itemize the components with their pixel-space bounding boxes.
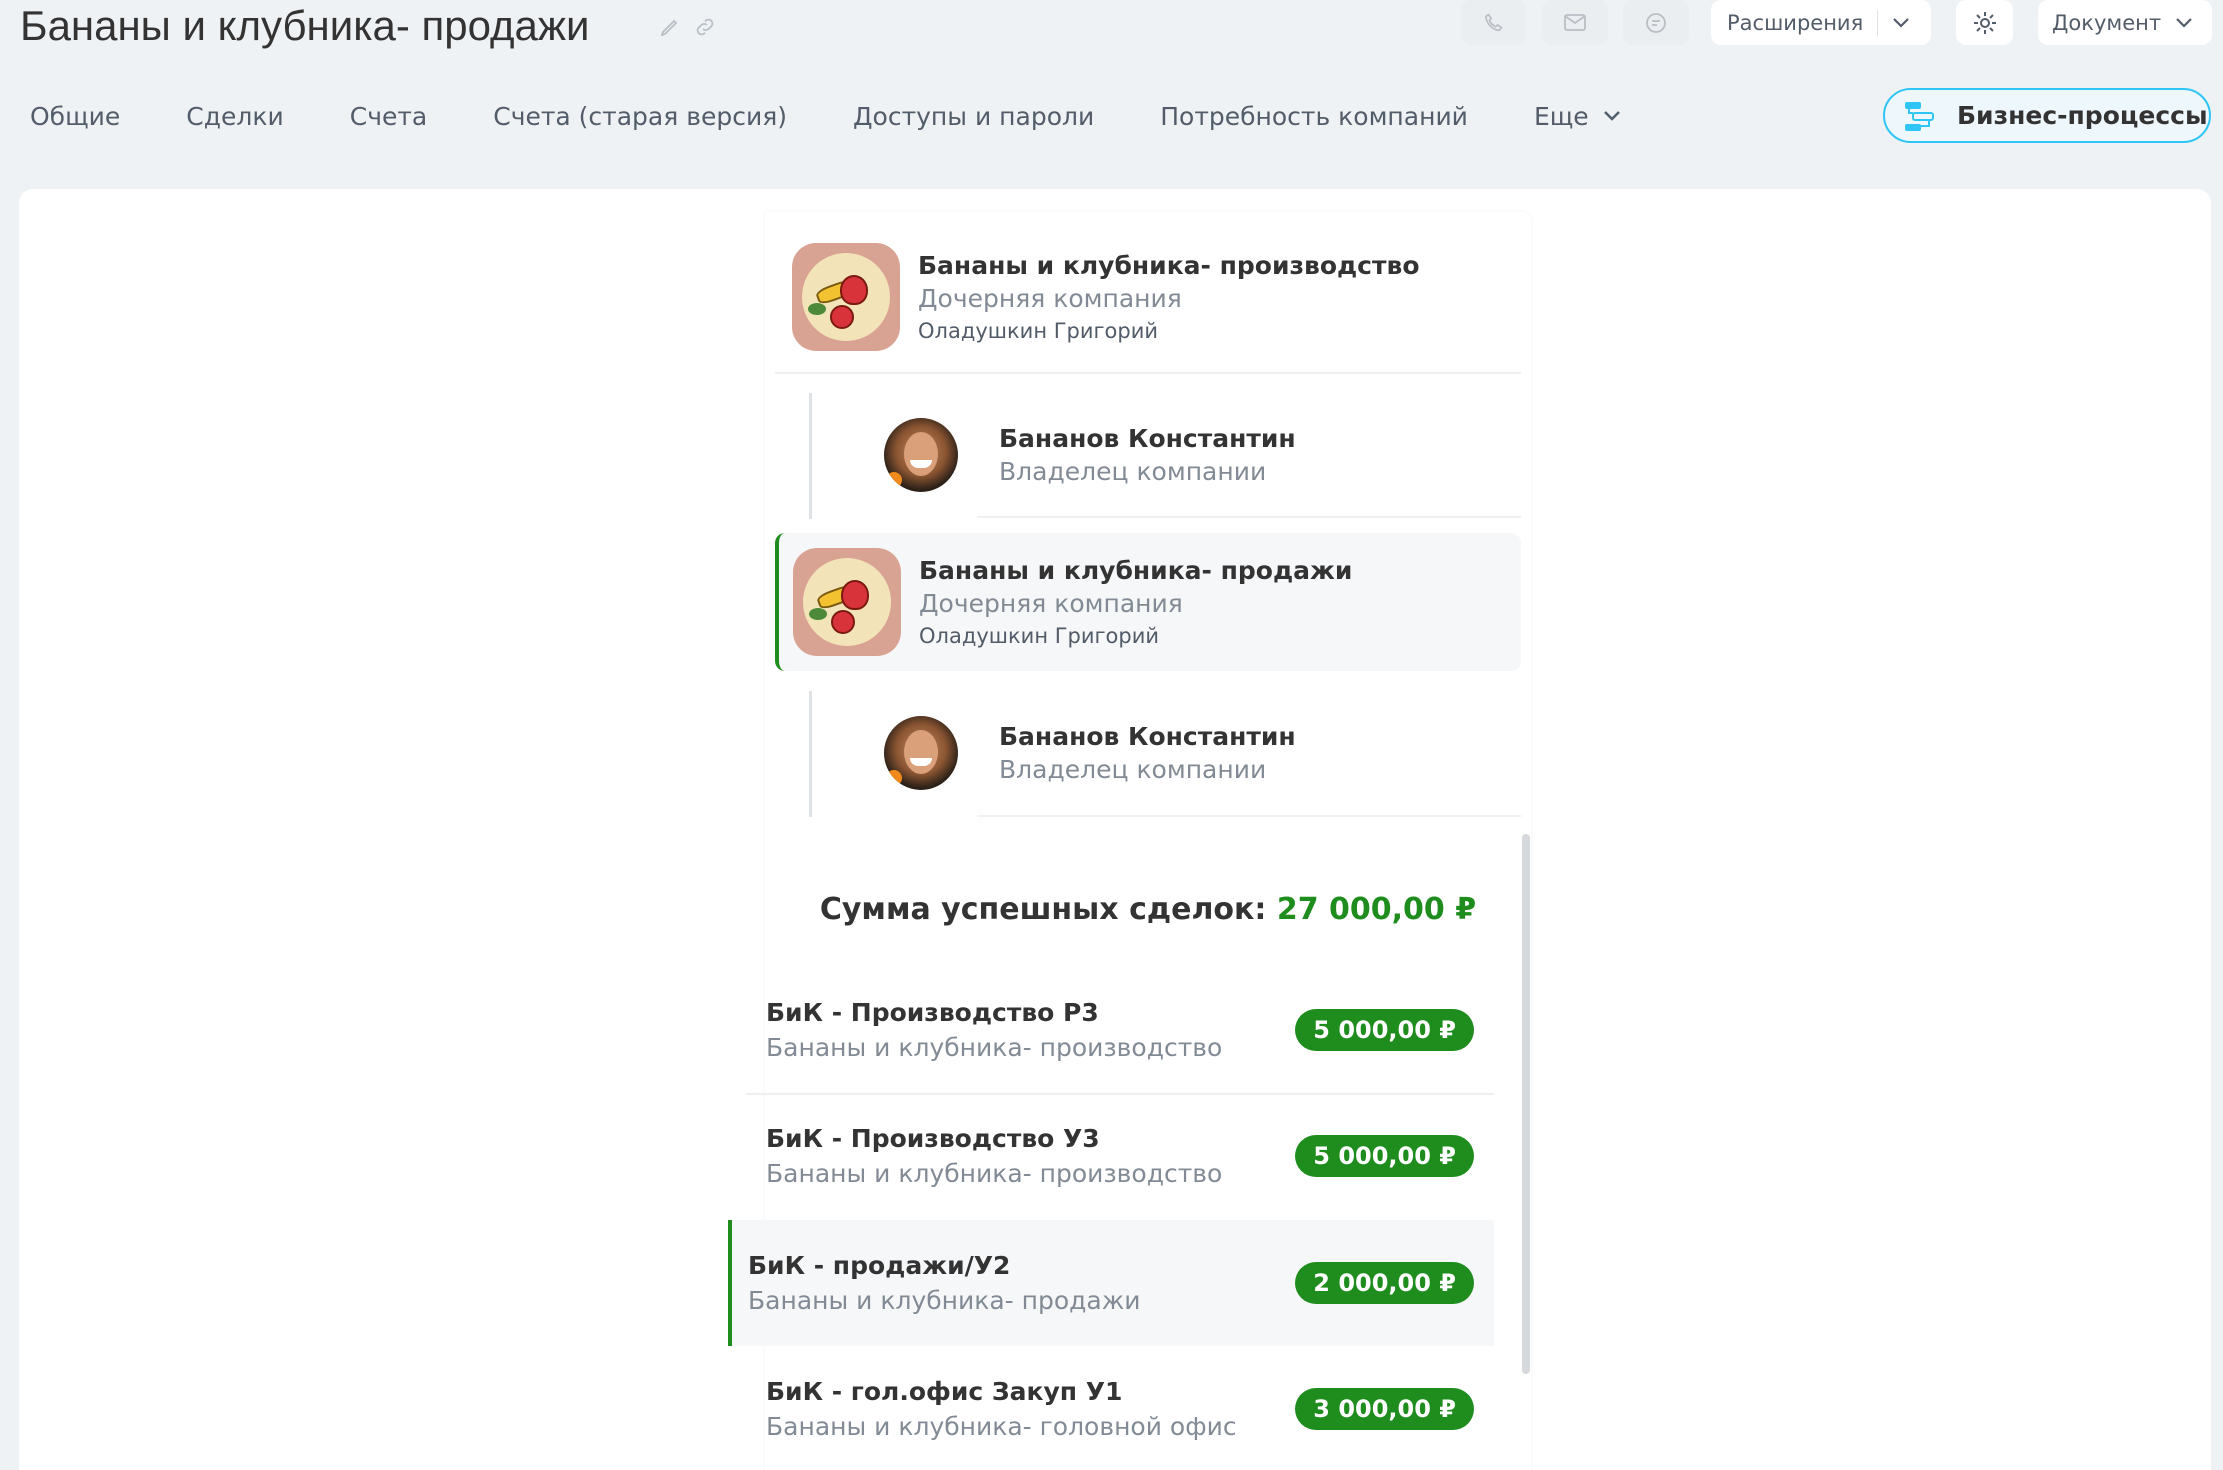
deals-summary-value: 27 000,00 ₽ bbox=[1276, 892, 1477, 927]
tab-general[interactable]: Общие bbox=[30, 102, 120, 131]
avatar bbox=[884, 716, 958, 790]
tab-label: Еще bbox=[1533, 101, 1589, 131]
tab-bar: Общие Сделки Счета Счета (старая версия)… bbox=[30, 96, 1687, 136]
tab-company-needs[interactable]: Потребность компаний bbox=[1160, 102, 1468, 131]
fruit-plate-icon bbox=[802, 253, 890, 341]
tree-person-row[interactable]: Бананов Константин Владелец компании bbox=[884, 418, 1296, 492]
company-logo bbox=[793, 548, 901, 656]
deal-amount-badge: 3 000,00 ₽ bbox=[1295, 1388, 1474, 1430]
tree-company-row[interactable]: Бананы и клубника- производство Дочерняя… bbox=[775, 221, 1521, 373]
chevron-down-icon bbox=[1603, 111, 1620, 121]
deal-name[interactable]: БиК - Производство У3 bbox=[766, 1124, 1222, 1153]
deal-name[interactable]: БиК - гол.офис Закуп У1 bbox=[766, 1377, 1237, 1406]
deal-amount-badge: 5 000,00 ₽ bbox=[1295, 1135, 1474, 1177]
person-role: Владелец компании bbox=[999, 457, 1267, 486]
extensions-label: Расширения bbox=[1727, 10, 1864, 35]
deal-company: Бананы и клубника- производство bbox=[766, 1159, 1223, 1188]
deal-row[interactable]: БиК - Производство Р3 Бананы и клубника-… bbox=[746, 967, 1494, 1093]
deal-name[interactable]: БиК - Производство Р3 bbox=[766, 998, 1222, 1027]
chat-icon bbox=[1646, 12, 1666, 33]
tab-more[interactable]: Еще bbox=[1534, 102, 1621, 131]
tree-person-row[interactable]: Бананов Константин Владелец компании bbox=[884, 716, 1296, 790]
deal-row[interactable]: БиК - Производство У3 Бананы и клубника-… bbox=[746, 1093, 1494, 1219]
deals-summary: Сумма успешных сделок: 27 000,00 ₽ bbox=[765, 892, 1531, 927]
person-name[interactable]: Бананов Константин bbox=[999, 424, 1296, 453]
tree-divider bbox=[977, 516, 1521, 518]
extensions-separator bbox=[1877, 9, 1879, 36]
tab-label: Доступы и пароли bbox=[853, 101, 1095, 131]
company-role: Дочерняя компания bbox=[919, 589, 1183, 618]
tab-label: Счета bbox=[349, 101, 428, 131]
deal-row[interactable]: БиК - гол.офис Закуп У1 Бананы и клубник… bbox=[746, 1346, 1494, 1470]
tree-connector bbox=[809, 691, 812, 817]
company-role: Дочерняя компания bbox=[918, 284, 1182, 313]
tab-deals[interactable]: Сделки bbox=[186, 102, 283, 131]
chevron-down-icon bbox=[2176, 17, 2192, 28]
tree-divider bbox=[977, 815, 1521, 817]
deal-company: Бананы и клубника- продажи bbox=[748, 1286, 1141, 1315]
settings-button[interactable] bbox=[1956, 0, 2013, 45]
tab-label: Сделки bbox=[186, 101, 284, 131]
call-button[interactable] bbox=[1461, 0, 1527, 45]
tab-invoices-old[interactable]: Счета (старая версия) bbox=[493, 102, 787, 131]
chat-button[interactable] bbox=[1623, 0, 1689, 45]
document-button[interactable]: Документ bbox=[2038, 0, 2212, 45]
extensions-button[interactable]: Расширения bbox=[1711, 0, 1931, 45]
link-icon[interactable] bbox=[693, 15, 717, 39]
tab-access-passwords[interactable]: Доступы и пароли bbox=[853, 102, 1094, 131]
envelope-icon bbox=[1564, 13, 1586, 31]
fruit-plate-icon bbox=[803, 558, 891, 646]
tab-label: Потребность компаний bbox=[1160, 101, 1468, 131]
tab-invoices[interactable]: Счета bbox=[350, 102, 428, 131]
company-responsible[interactable]: Оладушкин Григорий bbox=[918, 319, 1420, 343]
tab-label: Счета (старая версия) bbox=[493, 101, 787, 131]
person-role: Владелец компании bbox=[999, 755, 1267, 784]
document-label: Документ bbox=[2052, 10, 2162, 35]
phone-icon bbox=[1484, 13, 1503, 31]
company-responsible[interactable]: Оладушкин Григорий bbox=[919, 624, 1352, 648]
company-name[interactable]: Бананы и клубника- продажи bbox=[919, 556, 1352, 585]
company-logo bbox=[792, 243, 900, 351]
company-name[interactable]: Бананы и клубника- производство bbox=[918, 251, 1420, 280]
page-title: Бананы и клубника- продажи bbox=[20, 2, 590, 49]
deal-company: Бананы и клубника- производство bbox=[766, 1033, 1223, 1062]
deal-company: Бананы и клубника- головной офис bbox=[766, 1412, 1237, 1441]
workflow-icon bbox=[1905, 101, 1934, 131]
mail-button[interactable] bbox=[1542, 0, 1608, 45]
deal-amount-badge: 2 000,00 ₽ bbox=[1295, 1262, 1474, 1304]
business-processes-label: Бизнес-процессы bbox=[1957, 101, 2208, 130]
deal-amount-badge: 5 000,00 ₽ bbox=[1295, 1009, 1474, 1051]
pencil-icon[interactable] bbox=[658, 15, 682, 39]
chevron-down-icon bbox=[1893, 17, 1909, 28]
tree-connector bbox=[809, 393, 812, 519]
tree-company-row-active[interactable]: Бананы и клубника- продажи Дочерняя комп… bbox=[775, 533, 1521, 671]
deal-row-active[interactable]: БиК - продажи/У2 Бананы и клубника- прод… bbox=[728, 1220, 1494, 1346]
gear-icon bbox=[1973, 11, 1996, 34]
deals-summary-label: Сумма успешных сделок: bbox=[819, 892, 1267, 927]
tree-divider bbox=[775, 372, 1521, 374]
avatar bbox=[884, 418, 958, 492]
person-name[interactable]: Бананов Константин bbox=[999, 722, 1296, 751]
tab-label: Общие bbox=[30, 101, 121, 131]
business-processes-button[interactable]: Бизнес-процессы bbox=[1883, 88, 2211, 143]
deal-name[interactable]: БиК - продажи/У2 bbox=[748, 1251, 1141, 1280]
